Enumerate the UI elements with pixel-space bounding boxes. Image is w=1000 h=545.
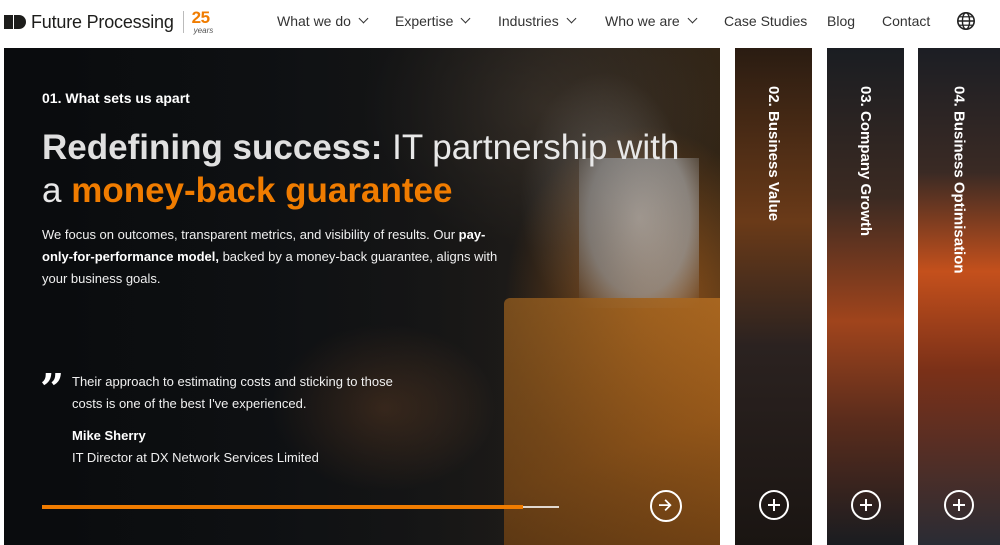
anniversary-badge: 25 years: [191, 8, 216, 35]
nav-item-label: Case Studies: [724, 13, 808, 29]
nav-item-label: Industries: [498, 13, 559, 29]
nav-item-who-we-are[interactable]: Who we are: [605, 13, 698, 29]
panel-title: 02. Business Value: [765, 86, 782, 222]
anniversary-label: years: [193, 26, 214, 35]
testimonial-author: Mike Sherry: [72, 428, 146, 443]
slide-progress-bar: [42, 505, 559, 509]
chevron-down-icon: [566, 13, 577, 24]
hero-headline: Redefining success: IT partnership with …: [42, 126, 702, 212]
nav-item-label: Expertise: [395, 13, 454, 29]
hero-overlay: [4, 48, 720, 545]
plus-circle-icon[interactable]: [850, 490, 881, 520]
chevron-down-icon: [687, 13, 698, 24]
headline-light: IT partnership with: [382, 128, 680, 167]
hero-intro: We focus on outcomes, transparent metric…: [42, 224, 512, 290]
panel-business-optimisation[interactable]: 04. Business Optimisation: [918, 48, 1000, 545]
nav-item-label: What we do: [277, 13, 351, 29]
plus-circle-icon[interactable]: [758, 490, 789, 520]
headline-bold: Redefining success:: [42, 128, 383, 167]
intro-text-start: We focus on outcomes, transparent metric…: [42, 227, 459, 242]
quote-icon: ”: [40, 365, 65, 414]
slide-progress-fill: [42, 505, 523, 509]
nav-item-blog[interactable]: Blog: [827, 13, 855, 29]
plus-circle-icon[interactable]: [944, 490, 974, 520]
testimonial-role: IT Director at DX Network Services Limit…: [72, 450, 319, 465]
panel-title: 04. Business Optimisation: [950, 86, 968, 274]
logo-text: Future Processing: [31, 11, 174, 32]
panel-title: 03. Company Growth: [857, 86, 874, 237]
globe-icon[interactable]: [956, 11, 976, 31]
chevron-down-icon: [460, 13, 471, 24]
panel-business-value[interactable]: 02. Business Value: [735, 48, 812, 545]
nav-item-expertise[interactable]: Expertise: [395, 13, 471, 29]
headline-prefix: a: [42, 171, 72, 210]
anniversary-number: 25: [191, 8, 210, 27]
logo[interactable]: Future Processing 25 years: [4, 8, 216, 35]
nav-item-industries[interactable]: Industries: [498, 13, 577, 29]
panel-company-growth[interactable]: 03. Company Growth: [827, 48, 904, 545]
nav-item-case-studies[interactable]: Case Studies: [724, 13, 807, 29]
headline-accent: money-back guarantee: [71, 171, 453, 210]
logo-divider: [182, 11, 184, 33]
chevron-down-icon: [358, 13, 369, 24]
nav-item-label: Who we are: [605, 13, 680, 29]
site-header: Future Processing 25 years What we do Ex…: [0, 0, 1000, 48]
testimonial-quote: Their approach to estimating costs and s…: [72, 374, 393, 411]
slide-eyebrow: 01. What sets us apart: [42, 90, 190, 106]
nav-item-label: Blog: [827, 13, 856, 29]
nav-item-label: Contact: [882, 13, 931, 29]
nav-item-what-we-do[interactable]: What we do: [277, 13, 369, 29]
nav-item-contact[interactable]: Contact: [882, 13, 930, 29]
hero-slide: 01. What sets us apart Redefining succes…: [4, 48, 720, 545]
logo-mark-icon: [4, 15, 26, 29]
arrow-right-circle-icon[interactable]: [650, 490, 682, 522]
